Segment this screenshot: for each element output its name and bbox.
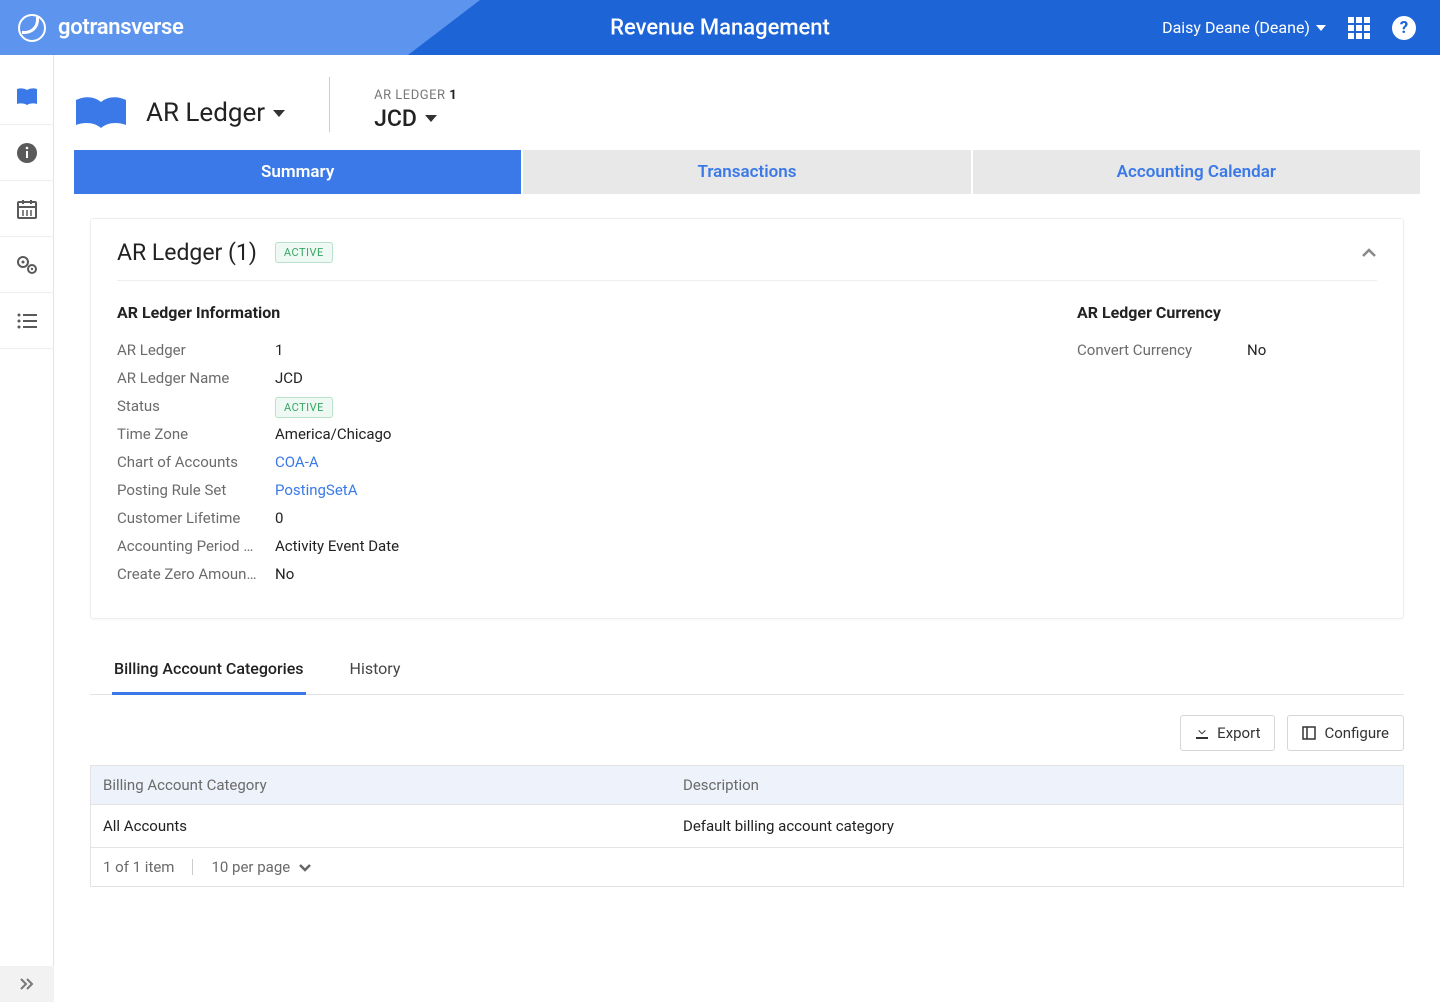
sidebar-expand-button[interactable] [0,966,54,1002]
info-value: 1 [275,341,283,359]
card-title: AR Ledger (1) [117,239,257,266]
page-size-dropdown[interactable]: 10 per page [211,858,312,876]
info-label: AR Ledger Name [117,369,275,387]
chart-of-accounts-link[interactable]: COA-A [275,453,319,471]
book-icon [15,87,39,107]
caret-down-icon [273,110,285,117]
download-icon [1195,726,1209,740]
info-value: No [275,565,294,583]
export-label: Export [1217,724,1260,742]
logo-icon [18,14,46,42]
separator [192,859,193,875]
chevron-up-icon [1361,248,1377,258]
table-toolbar: Export Configure [90,715,1404,751]
user-name: Daisy Deane (Deane) [1162,18,1310,37]
subtab-history[interactable]: History [348,647,403,694]
export-button[interactable]: Export [1180,715,1275,751]
info-value: Activity Event Date [275,537,399,555]
table-header: Billing Account Category Description [91,766,1403,805]
gears-icon [15,254,39,276]
info-label: Accounting Period … [117,537,275,555]
info-label: Time Zone [117,425,275,443]
info-label: AR Ledger [117,341,275,359]
sidebar-item-settings[interactable] [0,237,54,293]
caret-down-icon [1316,25,1326,31]
info-label: Create Zero Amoun… [117,565,275,583]
configure-label: Configure [1324,724,1389,742]
sidebar-item-calendar[interactable] [0,181,54,237]
info-value: America/Chicago [275,425,391,443]
calendar-icon [16,198,38,220]
ledger-dropdown[interactable]: AR Ledger [146,98,285,128]
ar-ledger-card: AR Ledger (1) ACTIVE AR Ledger Informati… [90,218,1404,619]
main-tabs: Summary Transactions Accounting Calendar [74,150,1420,194]
sidebar-item-ledger[interactable] [0,69,54,125]
page-size-label: 10 per page [211,858,290,876]
info-label: Customer Lifetime [117,509,275,527]
billing-account-categories-table: Billing Account Category Description All… [90,765,1404,887]
apps-grid-icon[interactable] [1348,17,1370,39]
currency-section-title: AR Ledger Currency [1077,303,1377,322]
table-footer: 1 of 1 item 10 per page [91,848,1403,886]
columns-icon [1302,726,1316,740]
book-open-icon [74,94,128,132]
subtab-billing-account-categories[interactable]: Billing Account Categories [112,647,306,695]
status-badge: ACTIVE [275,397,333,415]
info-section-title: AR Ledger Information [117,303,637,322]
chevron-double-right-icon [19,977,35,991]
page-breadcrumb: AR Ledger AR LEDGER 1 JCD [54,55,1440,138]
info-value: JCD [275,369,303,387]
chevron-down-icon [298,863,312,872]
posting-rule-set-link[interactable]: PostingSetA [275,481,357,499]
tab-transactions[interactable]: Transactions [523,150,970,194]
info-icon [16,142,38,164]
collapse-button[interactable] [1361,248,1377,258]
cell: Default billing account category [683,817,1391,835]
info-label: Posting Rule Set [117,481,275,499]
brand[interactable]: gotransverse [0,14,184,42]
user-menu-button[interactable]: Daisy Deane (Deane) [1162,18,1326,37]
page-title: Revenue Management [610,15,830,40]
tab-summary[interactable]: Summary [74,150,521,194]
status-badge: ACTIVE [275,242,333,263]
sidebar-item-info[interactable] [0,125,54,181]
configure-button[interactable]: Configure [1287,715,1404,751]
main-content: AR Ledger AR LEDGER 1 JCD Summary Transa… [54,55,1440,1002]
table-row[interactable]: All Accounts Default billing account cat… [91,805,1403,848]
info-value: No [1247,341,1266,359]
ledger-sub-label: AR LEDGER 1 [374,88,457,103]
list-icon [16,312,38,330]
sidebar-item-list[interactable] [0,293,54,349]
sidebar [0,55,54,1002]
brand-name: gotransverse [58,15,184,40]
tab-accounting-calendar[interactable]: Accounting Calendar [973,150,1420,194]
info-label: Status [117,397,275,415]
caret-down-icon [425,115,437,122]
app-header: gotransverse Revenue Management Daisy De… [0,0,1440,55]
column-header[interactable]: Description [683,776,1391,794]
ledger-sub-dropdown[interactable]: JCD [374,105,457,132]
info-value: 0 [275,509,283,527]
ledger-sub-value: JCD [374,105,417,132]
item-count: 1 of 1 item [103,858,174,876]
cell: All Accounts [103,817,683,835]
sub-tabs: Billing Account Categories History [90,647,1404,695]
column-header[interactable]: Billing Account Category [103,776,683,794]
info-label: Convert Currency [1077,341,1247,359]
help-icon[interactable]: ? [1392,16,1416,40]
separator [329,77,330,132]
ledger-label: AR Ledger [146,98,265,128]
info-label: Chart of Accounts [117,453,275,471]
